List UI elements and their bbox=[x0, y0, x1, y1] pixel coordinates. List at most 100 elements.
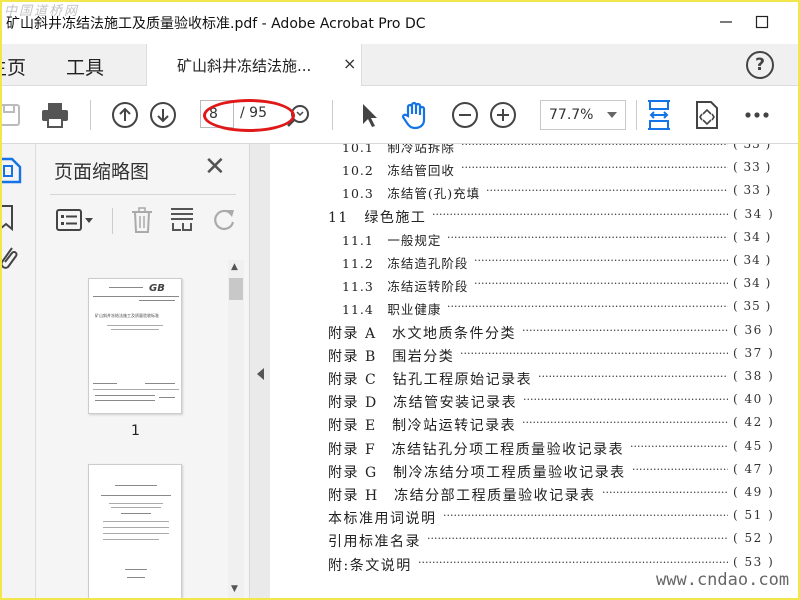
toc-entry-label: 11.4 职业健康 bbox=[342, 302, 442, 318]
thumb-line bbox=[93, 383, 117, 384]
toc-entry-page: ( 37 ) bbox=[733, 345, 775, 360]
insert-page-icon bbox=[171, 208, 193, 231]
toc-entry[interactable]: 附录 A 水文地质条件分类 ···························… bbox=[270, 323, 800, 345]
panel-close-icon[interactable]: ✕ bbox=[204, 152, 226, 182]
main-toolbar: 8 / 95 77.7% bbox=[0, 86, 800, 144]
maximize-button[interactable] bbox=[748, 8, 776, 36]
menu-home[interactable]: 主页 bbox=[0, 53, 26, 80]
toc-entry[interactable]: 11.1 一般规定 ·······························… bbox=[270, 230, 800, 252]
toc-leader-dots: ········································… bbox=[538, 370, 728, 383]
thumbnail-options-button[interactable] bbox=[54, 204, 96, 236]
toc-entry-label: 附录 F 冻结钻孔分项工程质量验收记录表 bbox=[328, 441, 625, 458]
more-tools-button[interactable] bbox=[740, 98, 774, 132]
toc-entry[interactable]: 11 绿色施工 ·································… bbox=[270, 207, 800, 229]
menu-tools[interactable]: 工具 bbox=[66, 53, 104, 80]
document-tab-close-icon[interactable]: × bbox=[343, 54, 356, 73]
zoom-in-button[interactable] bbox=[486, 98, 520, 132]
toc-entry[interactable]: 附录 F 冻结钻孔分项工程质量验收记录表 ····················… bbox=[270, 439, 800, 461]
panel-collapse-handle[interactable] bbox=[250, 144, 270, 600]
document-tab[interactable]: 矿山斜井冻结法施... × bbox=[146, 44, 362, 86]
toc-entry[interactable]: 10.1 制冷站拆除 ······························… bbox=[270, 144, 800, 159]
page-thumbnails-nav-button[interactable] bbox=[0, 156, 24, 188]
toc-entry[interactable]: 附录 C 钻孔工程原始记录表 ··························… bbox=[270, 369, 800, 391]
toc-entry[interactable]: 11.3 冻结运转阶段 ·····························… bbox=[270, 276, 800, 298]
insert-pages-button[interactable] bbox=[166, 204, 198, 236]
collapse-arrow-icon bbox=[257, 368, 264, 380]
printer-icon bbox=[42, 103, 68, 128]
page-thumbnails-panel: 页面缩略图 ✕ GB 矿山斜井冻结法施工及质量验收标准 1 ▲ ▼ bbox=[36, 144, 250, 600]
toc-entry-label: 本标准用词说明 bbox=[328, 511, 437, 528]
toc-entry-page: ( 52 ) bbox=[733, 531, 775, 546]
toc-entry[interactable]: 附录 B 围岩分类 ·······························… bbox=[270, 346, 800, 368]
toc-entry[interactable]: 10.3 冻结管(孔)充填 ···························… bbox=[270, 183, 800, 205]
tab-bar: 主页 工具 矿山斜井冻结法施... × ? bbox=[0, 44, 800, 86]
thumb-line bbox=[145, 383, 175, 384]
hand-tool-button[interactable] bbox=[398, 98, 432, 132]
full-screen-button[interactable] bbox=[690, 98, 724, 132]
thumb-line bbox=[103, 533, 169, 534]
zoom-level-value: 77.7% bbox=[549, 107, 594, 123]
bookmark-icon bbox=[0, 205, 13, 232]
save-icon bbox=[0, 104, 20, 126]
minimize-button[interactable] bbox=[712, 8, 740, 36]
panel-toolbar-divider bbox=[112, 208, 113, 234]
select-tool-button[interactable] bbox=[352, 98, 386, 132]
toc-entry-page: ( 34 ) bbox=[733, 253, 772, 267]
thumb-line bbox=[101, 495, 171, 496]
thumb-line bbox=[103, 527, 169, 528]
fit-width-icon bbox=[648, 100, 670, 130]
toc-entry[interactable]: 引用标准名录 ··································… bbox=[270, 531, 800, 553]
rotate-icon bbox=[214, 209, 235, 231]
zoom-level-dropdown[interactable]: 77.7% bbox=[540, 100, 626, 130]
rotate-pages-button[interactable] bbox=[208, 204, 240, 236]
delete-pages-button[interactable] bbox=[126, 204, 158, 236]
title-bar: 中国道桥网 矿山斜井冻结法施工及质量验收标准.pdf - Adobe Acrob… bbox=[0, 0, 800, 44]
toc-entry[interactable]: 附录 E 制冷站运转记录表 ···························… bbox=[270, 415, 800, 437]
panel-divider bbox=[50, 194, 236, 195]
document-view[interactable]: 10.1 制冷站拆除 ······························… bbox=[270, 144, 800, 600]
trash-icon bbox=[132, 207, 152, 233]
page-thumbnail-1[interactable]: GB 矿山斜井冻结法施工及质量验收标准 bbox=[88, 278, 182, 414]
help-button[interactable]: ? bbox=[746, 51, 774, 79]
toc-leader-dots: ········································… bbox=[432, 207, 728, 221]
toc-entry[interactable]: 10.2 冻结管回收 ······························… bbox=[270, 160, 800, 182]
thumbnail-scrollbar[interactable]: ▲ ▼ bbox=[228, 260, 244, 600]
toolbar-divider bbox=[636, 100, 637, 130]
previous-page-button[interactable] bbox=[108, 98, 142, 132]
minimize-icon bbox=[720, 21, 732, 23]
print-button[interactable] bbox=[38, 98, 72, 132]
toolbar-divider bbox=[332, 100, 333, 130]
scroll-up-icon[interactable]: ▲ bbox=[231, 262, 238, 272]
scrollbar-thumb[interactable] bbox=[229, 278, 243, 300]
toc-leader-dots: ········································… bbox=[522, 416, 728, 430]
toc-entry-label: 10.1 制冷站拆除 bbox=[342, 144, 455, 155]
attachments-nav-button[interactable] bbox=[0, 244, 20, 278]
document-tab-label: 矿山斜井冻结法施... bbox=[177, 57, 312, 75]
thumb-line bbox=[109, 503, 163, 504]
bookmarks-nav-button[interactable] bbox=[0, 204, 18, 236]
zoom-out-button[interactable] bbox=[448, 98, 482, 132]
toc-entry-label: 11.3 冻结运转阶段 bbox=[342, 279, 469, 295]
toc-entry-label: 附录 G 制冷冻结分项工程质量验收记录表 bbox=[328, 464, 626, 481]
highlight-oval bbox=[203, 99, 295, 132]
toc-entry-page: ( 53 ) bbox=[733, 554, 775, 569]
toc-entry[interactable]: 11.2 冻结造孔阶段 ·····························… bbox=[270, 253, 800, 275]
toc-entry[interactable]: 附录 D 冻结管安装记录表 ···························… bbox=[270, 392, 800, 414]
toc-entry-label: 10.2 冻结管回收 bbox=[342, 163, 455, 179]
save-button[interactable] bbox=[0, 98, 26, 132]
scroll-down-icon[interactable]: ▼ bbox=[231, 584, 238, 594]
toc-entry-label: 11.2 冻结造孔阶段 bbox=[342, 256, 469, 271]
toc-entry[interactable]: 附录 H 冻结分部工程质量验收记录表 ······················… bbox=[270, 485, 800, 507]
options-menu-icon bbox=[56, 209, 93, 231]
toc-entry-page: ( 33 ) bbox=[733, 144, 772, 151]
next-page-button[interactable] bbox=[146, 98, 180, 132]
toc-entry[interactable]: 本标准用词说明 ·································… bbox=[270, 508, 800, 530]
thumb-line bbox=[159, 397, 175, 398]
page-thumbnail-2[interactable] bbox=[88, 464, 182, 600]
toc-entry[interactable]: 附录 G 制冷冻结分项工程质量验收记录表 ····················… bbox=[270, 462, 800, 484]
hand-icon bbox=[401, 101, 426, 130]
toc-entry-label: 附录 B 围岩分类 bbox=[328, 348, 455, 365]
toc-entry[interactable]: 11.4 职业健康 ·······························… bbox=[270, 299, 800, 321]
arrow-up-circle-icon bbox=[112, 102, 138, 128]
fit-width-button[interactable] bbox=[642, 98, 676, 132]
